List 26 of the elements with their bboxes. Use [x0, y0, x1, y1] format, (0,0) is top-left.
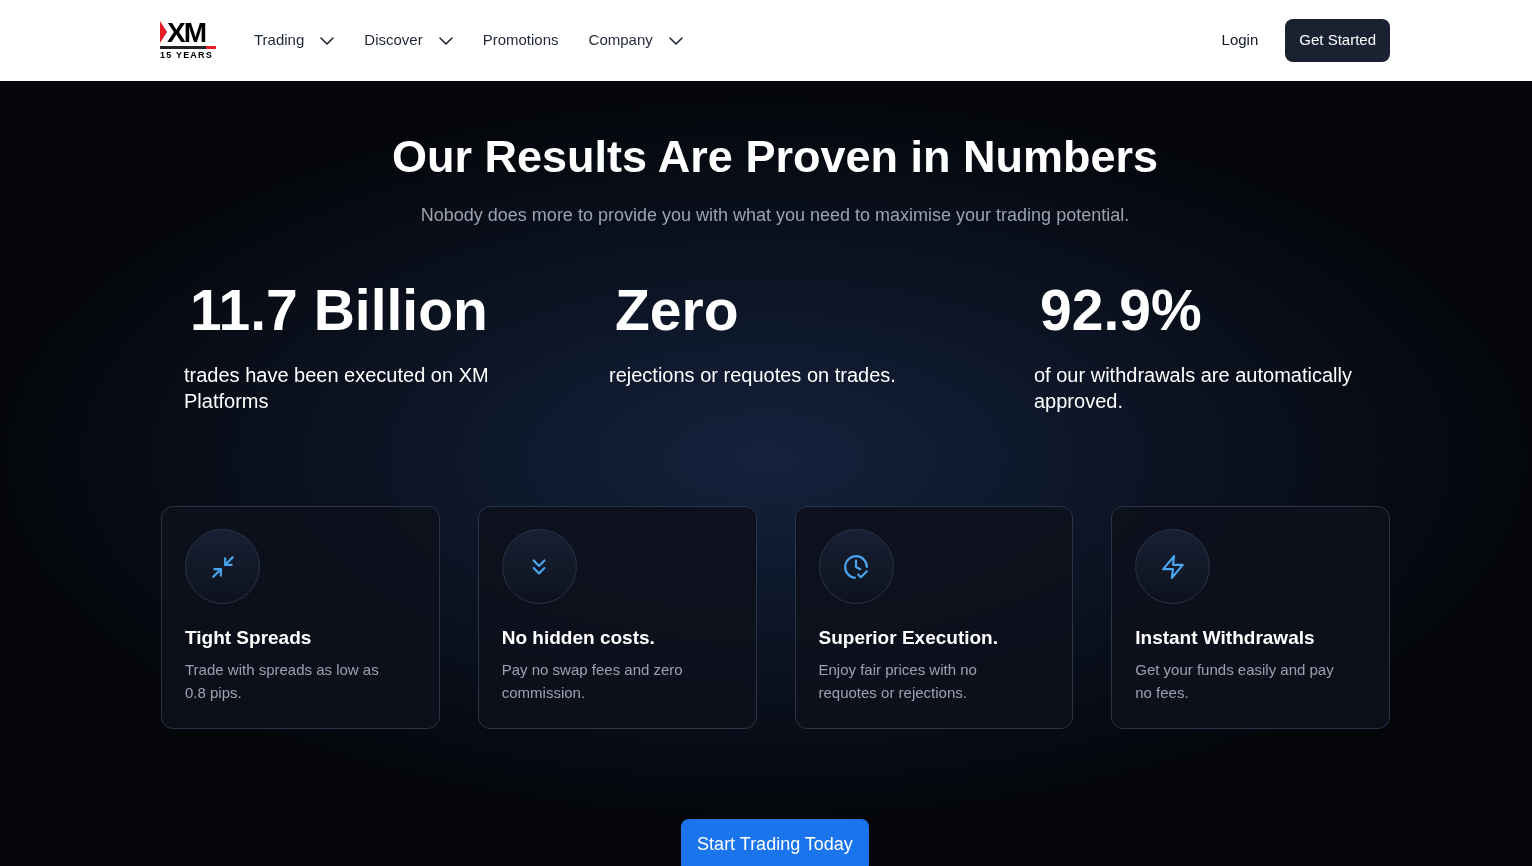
stat-description: rejections or requotes on trades.	[609, 363, 897, 388]
nav-menu-item[interactable]: Trading	[254, 29, 335, 52]
logo-tagline: 15 YEARS	[160, 49, 214, 61]
logo-triangle-icon	[160, 21, 167, 43]
section-subtitle: Nobody does more to provide you with what you need to maximise your trading potential.	[420, 204, 1130, 227]
feature-description: Trade with spreads as low as 0.8 pips.	[185, 660, 380, 703]
stat-description: of our withdrawals are automatically approved.	[1034, 363, 1353, 414]
start-trading-button[interactable]: Start Trading Today	[681, 819, 869, 866]
stat-value: 92.9%	[1040, 280, 1202, 340]
feature-title: No hidden costs.	[501, 626, 655, 650]
login-link[interactable]: Login	[1221, 29, 1259, 52]
nav-menu-item[interactable]: Company	[588, 29, 683, 52]
stat-value: Zero	[615, 280, 739, 340]
feature-title: Superior Execution.	[818, 626, 998, 650]
stat-description: trades have been executed on XM Platforms	[184, 363, 490, 414]
section-heading: Our Results Are Proven in Numbers	[391, 130, 1158, 184]
feature-description: Enjoy fair prices with no requotes or rejections.	[818, 660, 978, 703]
nav-menu-item[interactable]: Discover	[364, 29, 453, 52]
nav-menu-item[interactable]: Promotions	[482, 29, 559, 52]
feature-description: Pay no swap fees and zero commission.	[501, 660, 684, 703]
logo-text[interactable]: XM	[167, 20, 205, 44]
feature-description: Get your funds easily and pay no fees.	[1135, 660, 1335, 703]
stat-value: 11.7 Billion	[190, 280, 488, 340]
get-started-button[interactable]: Get Started	[1285, 19, 1390, 62]
feature-title: Tight Spreads	[185, 626, 312, 650]
feature-title: Instant Withdrawals	[1135, 626, 1315, 650]
